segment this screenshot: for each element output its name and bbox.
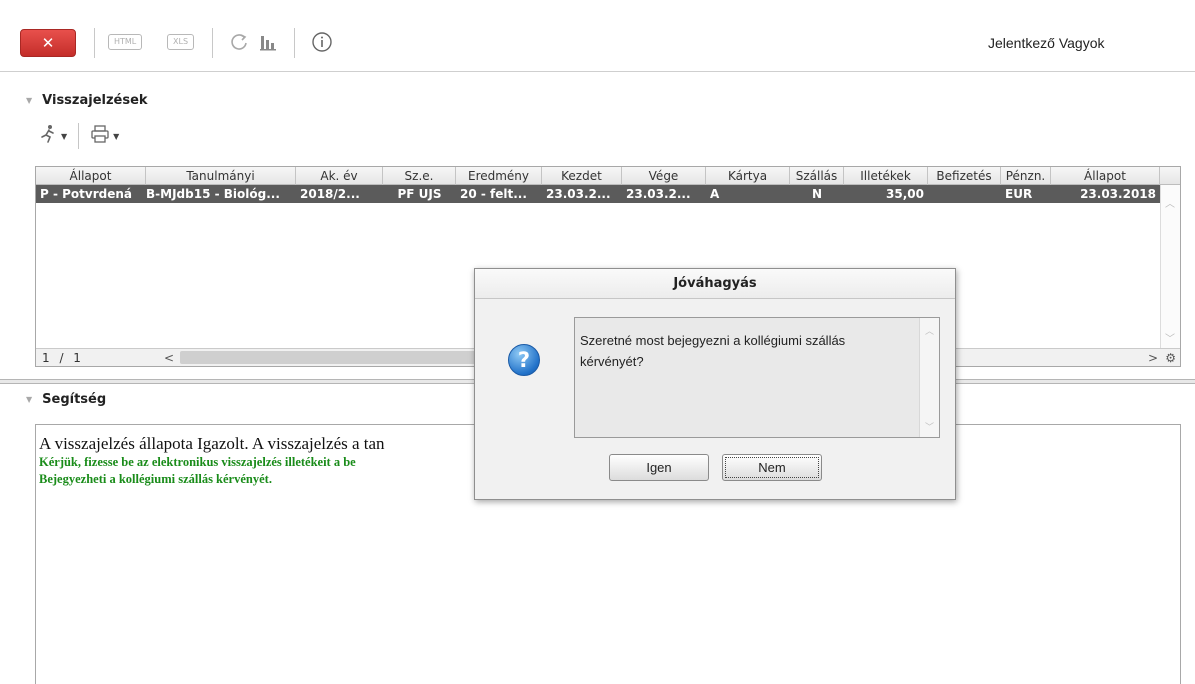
chevron-down-icon: ▼ <box>113 131 120 141</box>
toolbar-separator <box>78 123 80 149</box>
column-header[interactable]: Kártya <box>706 167 790 185</box>
column-header[interactable]: Illetékek <box>844 167 928 185</box>
yes-button[interactable]: Igen <box>609 454 709 481</box>
table-cell: 2018/2... <box>300 187 360 201</box>
info-icon[interactable] <box>311 30 333 54</box>
column-header[interactable]: Kezdet <box>542 167 622 185</box>
page-indicator: 1 / 1 <box>42 351 81 365</box>
user-name-label[interactable]: Jelentkező Vagyok <box>988 35 1104 51</box>
help-section-header[interactable]: ▼ Segítség <box>26 390 106 408</box>
close-button[interactable]: ✕ <box>20 29 76 57</box>
gear-icon[interactable]: ⚙ <box>1165 349 1176 367</box>
table-cell: 23.03.2... <box>626 187 691 201</box>
feedback-section-title: Visszajelzések <box>42 92 148 108</box>
table-cell: 20 - felt... <box>460 187 527 201</box>
toolbar-separator <box>94 28 95 58</box>
column-header[interactable]: Tanulmányi <box>146 167 296 185</box>
collapse-triangle-icon[interactable]: ▼ <box>26 395 32 404</box>
scroll-down-icon[interactable]: ﹀ <box>1165 330 1175 345</box>
printer-icon <box>90 124 110 149</box>
horizontal-scrollbar-thumb[interactable] <box>180 351 500 364</box>
scroll-up-icon[interactable]: ︿ <box>925 324 934 337</box>
grid-toolbar: ▼ ▼ <box>38 122 119 150</box>
toolbar-separator <box>212 28 213 58</box>
table-cell: EUR <box>1005 187 1033 201</box>
top-toolbar: ✕ HTML XLS Jelentkező Vagyok <box>0 0 1195 72</box>
print-button[interactable]: ▼ <box>90 124 119 149</box>
toolbar-separator <box>294 28 295 58</box>
column-header[interactable]: Ak. év <box>296 167 383 185</box>
table-cell <box>928 185 1001 203</box>
column-header[interactable]: Befizetés <box>928 167 1001 185</box>
vertical-scrollbar[interactable]: ︿ ﹀ <box>1160 185 1180 349</box>
running-man-icon <box>38 124 58 149</box>
column-header[interactable]: Eredmény <box>456 167 542 185</box>
dialog-message-box: Szeretné most bejegyezni a kollégiumi sz… <box>574 317 940 438</box>
scroll-down-icon[interactable]: ﹀ <box>925 420 934 433</box>
refresh-icon[interactable] <box>228 30 250 54</box>
run-action-button[interactable]: ▼ <box>38 124 67 149</box>
confirmation-dialog: Jóváhagyás ? Szeretné most bejegyezni a … <box>474 268 956 500</box>
column-header[interactable]: Pénzn. <box>1001 167 1051 185</box>
table-cell: P - Potvrdená <box>40 187 133 201</box>
scroll-up-icon[interactable]: ︿ <box>1165 195 1175 210</box>
grid-header: Állapot Tanulmányi Ak. év Sz.e. Eredmény… <box>36 167 1180 185</box>
table-cell: 35,00 <box>886 187 924 201</box>
table-cell: 23.03.2018 <box>1080 187 1156 201</box>
help-payment-text-start: Kérjük, fizesse be az elektronikus vissz… <box>39 455 356 469</box>
no-button[interactable]: Nem <box>722 454 822 481</box>
help-section-title: Segítség <box>42 391 107 407</box>
table-cell: 23.03.2... <box>546 187 611 201</box>
collapse-triangle-icon[interactable]: ▼ <box>26 96 32 105</box>
column-header[interactable]: Szállás <box>790 167 844 185</box>
dialog-message: Szeretné most bejegyezni a kollégiumi sz… <box>580 333 846 369</box>
bar-chart-icon[interactable] <box>257 30 279 54</box>
column-header[interactable]: Állapot <box>1051 167 1160 185</box>
chevron-down-icon: ▼ <box>61 131 68 141</box>
export-xls-button[interactable]: XLS <box>167 34 195 50</box>
table-cell: PF UJS <box>397 187 442 201</box>
table-cell: A <box>710 187 720 201</box>
column-header[interactable]: Állapot <box>36 167 146 185</box>
scroll-right-button[interactable]: > <box>1148 349 1158 367</box>
table-cell: N <box>811 187 823 201</box>
message-scrollbar[interactable]: ︿ ﹀ <box>919 318 939 437</box>
table-cell: B-MJdb15 - Biológ... <box>146 187 280 201</box>
table-row[interactable]: P - Potvrdená B-MJdb15 - Biológ... 2018/… <box>36 185 1160 203</box>
export-html-button[interactable]: HTML <box>108 34 143 50</box>
column-header[interactable]: Vége <box>622 167 706 185</box>
feedback-section-header[interactable]: ▼ Visszajelzések <box>26 91 148 109</box>
question-icon: ? <box>508 344 540 376</box>
column-header[interactable]: Sz.e. <box>383 167 456 185</box>
dialog-title: Jóváhagyás <box>475 269 955 299</box>
scroll-left-button[interactable]: < <box>164 349 174 367</box>
